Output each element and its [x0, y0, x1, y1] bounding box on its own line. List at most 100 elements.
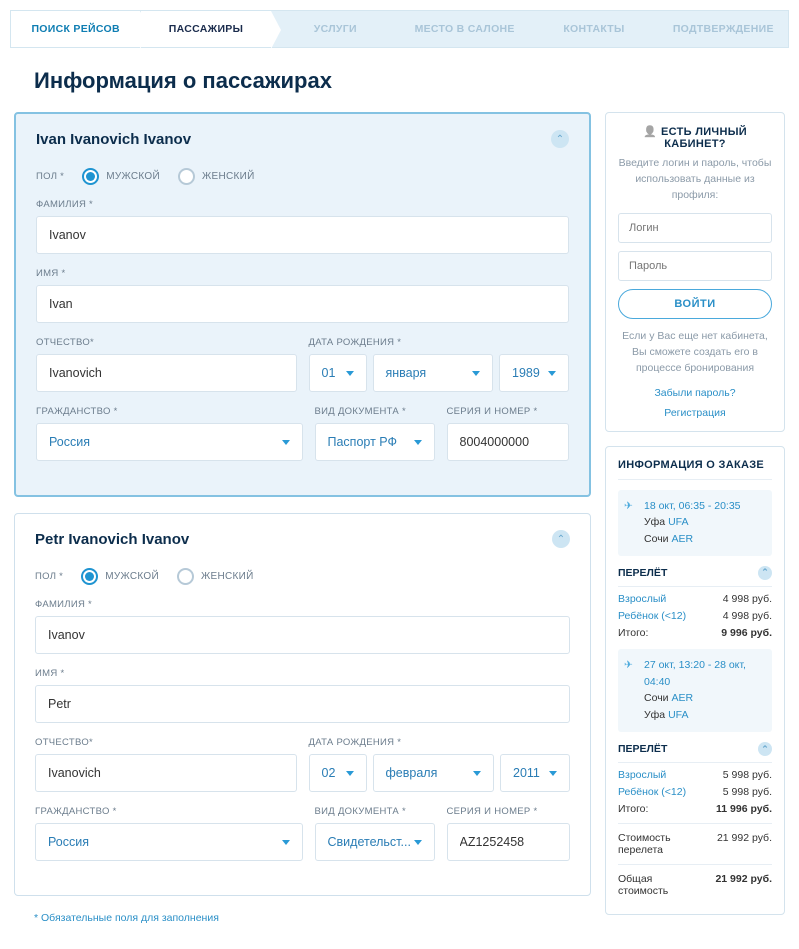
doc-type-select[interactable]: Свидетельст...: [315, 823, 435, 861]
fare-label: Взрослый: [618, 593, 666, 605]
collapse-fare-button[interactable]: ⌃: [758, 566, 772, 580]
citizenship-select[interactable]: Россия: [36, 423, 303, 461]
fare-value: 5 998 руб.: [723, 786, 772, 798]
patronymic-input[interactable]: [35, 754, 297, 792]
dob-label: ДАТА РОЖДЕНИЯ *: [309, 337, 570, 348]
chevron-down-icon: [473, 771, 481, 776]
gender-label: ПОЛ *: [36, 171, 64, 182]
collapse-button[interactable]: ⌃: [552, 530, 570, 548]
tab-confirm[interactable]: ПОДТВЕРЖДЕНИЕ: [659, 11, 788, 47]
dob-day-select[interactable]: 01: [309, 354, 367, 392]
chevron-down-icon: [282, 440, 290, 445]
dob-day-select[interactable]: 02: [309, 754, 367, 792]
male-label: МУЖСКОЙ: [105, 571, 159, 582]
doc-num-label: СЕРИЯ И НОМЕР *: [447, 406, 570, 417]
fare-total-label: Итого:: [618, 803, 648, 815]
progress-tabs: ПОИСК РЕЙСОВ ПАССАЖИРЫ УСЛУГИ МЕСТО В СА…: [10, 10, 789, 48]
doc-num-input[interactable]: [447, 423, 570, 461]
name-label: ИМЯ *: [35, 668, 570, 679]
fare-value: 5 998 руб.: [723, 769, 772, 781]
collapse-fare-button[interactable]: ⌃: [758, 742, 772, 756]
login-panel-title: ЕСТЬ ЛИЧНЫЙ КАБИНЕТ?: [618, 125, 772, 150]
no-account-text: Если у Вас еще нет кабинета, Вы сможете …: [618, 329, 772, 376]
fare-label: Взрослый: [618, 769, 666, 781]
patronymic-label: ОТЧЕСТВО*: [36, 337, 297, 348]
surname-input[interactable]: [36, 216, 569, 254]
surname-label: ФАМИЛИЯ *: [35, 599, 570, 610]
doc-type-select[interactable]: Паспорт РФ: [315, 423, 435, 461]
plane-icon: [624, 657, 633, 674]
gender-female-radio[interactable]: ЖЕНСКИЙ: [177, 568, 254, 585]
doc-num-label: СЕРИЯ И НОМЕР *: [447, 806, 571, 817]
name-input[interactable]: [36, 285, 569, 323]
collapse-button[interactable]: ⌃: [551, 130, 569, 148]
chevron-up-icon: ⌃: [557, 534, 565, 545]
login-panel: ЕСТЬ ЛИЧНЫЙ КАБИНЕТ? Введите логин и пар…: [605, 112, 785, 432]
tab-passengers[interactable]: ПАССАЖИРЫ: [141, 11, 270, 47]
login-button[interactable]: ВОЙТИ: [618, 289, 772, 319]
chevron-down-icon: [549, 771, 557, 776]
tab-seat[interactable]: МЕСТО В САЛОНЕ: [400, 11, 529, 47]
passenger-card: Petr Ivanovich Ivanov ⌃ ПОЛ * МУЖСКОЙ ЖЕ…: [14, 513, 591, 896]
register-link[interactable]: Регистрация: [618, 407, 772, 419]
summary-label: Стоимость перелета: [618, 832, 698, 856]
chevron-down-icon: [282, 840, 290, 845]
segment-time: 18 окт, 06:35 - 20:35: [644, 498, 764, 515]
login-input[interactable]: [618, 213, 772, 243]
from-code: AER: [671, 692, 693, 704]
chevron-down-icon: [414, 440, 422, 445]
from-city: Сочи: [644, 692, 669, 704]
tab-search[interactable]: ПОИСК РЕЙСОВ: [11, 11, 141, 47]
dob-year-select[interactable]: 2011: [500, 754, 570, 792]
to-city: Уфа: [644, 709, 665, 721]
passenger-card: Ivan Ivanovich Ivanov ⌃ ПОЛ * МУЖСКОЙ ЖЕ…: [14, 112, 591, 497]
patronymic-input[interactable]: [36, 354, 297, 392]
required-footnote: * Обязательные поля для заполнения: [34, 912, 591, 924]
name-label: ИМЯ *: [36, 268, 569, 279]
order-title: ИНФОРМАЦИЯ О ЗАКАЗЕ: [618, 459, 772, 480]
chevron-up-icon: ⌃: [556, 134, 564, 145]
gender-female-radio[interactable]: ЖЕНСКИЙ: [178, 168, 255, 185]
chevron-down-icon: [472, 371, 480, 376]
from-code: UFA: [668, 516, 688, 528]
name-input[interactable]: [35, 685, 570, 723]
female-label: ЖЕНСКИЙ: [202, 171, 255, 182]
male-label: МУЖСКОЙ: [106, 171, 160, 182]
chevron-down-icon: [548, 371, 556, 376]
password-input[interactable]: [618, 251, 772, 281]
fare-total-value: 11 996 руб.: [716, 803, 772, 815]
chevron-down-icon: [414, 840, 422, 845]
doc-type-label: ВИД ДОКУМЕНТА *: [315, 806, 435, 817]
female-label: ЖЕНСКИЙ: [201, 571, 254, 582]
dob-month-select[interactable]: февраля: [373, 754, 495, 792]
login-panel-subtitle: Введите логин и пароль, чтобы использова…: [618, 156, 772, 203]
forgot-password-link[interactable]: Забыли пароль?: [618, 387, 772, 399]
summary-value: 21 992 руб.: [715, 873, 772, 897]
order-panel: ИНФОРМАЦИЯ О ЗАКАЗЕ 18 окт, 06:35 - 20:3…: [605, 446, 785, 916]
citizenship-label: ГРАЖДАНСТВО *: [35, 806, 303, 817]
citizenship-select[interactable]: Россия: [35, 823, 303, 861]
to-code: AER: [671, 533, 693, 545]
dob-label: ДАТА РОЖДЕНИЯ *: [309, 737, 571, 748]
surname-input[interactable]: [35, 616, 570, 654]
chevron-down-icon: [346, 371, 354, 376]
fare-label: Ребёнок (<12): [618, 786, 686, 798]
passenger-name-heading: Petr Ivanovich Ivanov: [35, 531, 189, 548]
fare-heading: ПЕРЕЛЁТ ⌃: [618, 742, 772, 763]
gender-male-radio[interactable]: МУЖСКОЙ: [82, 168, 160, 185]
dob-year-select[interactable]: 1989: [499, 354, 569, 392]
flight-segment: 18 окт, 06:35 - 20:35 Уфа UFA Сочи AER: [618, 490, 772, 556]
doc-num-input[interactable]: [447, 823, 571, 861]
to-city: Сочи: [644, 533, 669, 545]
fare-total-value: 9 996 руб.: [721, 627, 772, 639]
page-title: Информация о пассажирах: [34, 68, 785, 94]
gender-male-radio[interactable]: МУЖСКОЙ: [81, 568, 159, 585]
plane-icon: [624, 498, 633, 515]
summary-label: Общая стоимость: [618, 873, 698, 897]
citizenship-label: ГРАЖДАНСТВО *: [36, 406, 303, 417]
tab-services[interactable]: УСЛУГИ: [271, 11, 400, 47]
fare-value: 4 998 руб.: [723, 610, 772, 622]
dob-month-select[interactable]: января: [373, 354, 494, 392]
fare-value: 4 998 руб.: [723, 593, 772, 605]
tab-contacts[interactable]: КОНТАКТЫ: [529, 11, 658, 47]
